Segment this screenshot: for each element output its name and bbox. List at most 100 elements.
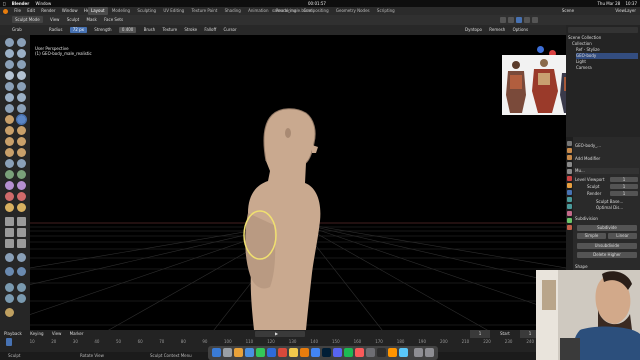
menu-keying[interactable]: Keying	[30, 331, 43, 336]
crease-brush-icon[interactable]	[5, 82, 14, 91]
nudge-brush-icon[interactable]	[5, 148, 14, 157]
discord-icon[interactable]	[333, 348, 342, 357]
rotate-tool-icon[interactable]	[17, 283, 26, 292]
rotate-brush-icon[interactable]	[17, 148, 26, 157]
clay-thumb-brush-icon[interactable]	[5, 60, 14, 69]
thumb-brush-icon[interactable]	[5, 137, 14, 146]
tab-shading[interactable]: Shading	[222, 7, 244, 15]
mesh-filter-icon[interactable]	[17, 239, 26, 248]
subdivide-button[interactable]: Subdivide	[577, 225, 637, 231]
rendered-shading-icon[interactable]	[532, 17, 538, 23]
app-menu[interactable]: Blender	[12, 1, 30, 6]
physics-tab-icon[interactable]	[567, 204, 572, 209]
blob-brush-icon[interactable]	[17, 71, 26, 80]
multires-displacement-smear-icon[interactable]	[17, 192, 26, 201]
modifier-header[interactable]: Mu...	[575, 168, 639, 174]
reference-image[interactable]	[502, 55, 566, 115]
terminal-icon[interactable]	[377, 348, 386, 357]
elastic-deform-brush-icon[interactable]	[5, 126, 14, 135]
blender-dock-icon[interactable]	[300, 348, 309, 357]
simple-button[interactable]: Simple	[577, 233, 606, 239]
radius-field[interactable]: 72 px	[69, 27, 87, 33]
vlc-icon[interactable]	[388, 348, 397, 357]
cloth-brush-icon[interactable]	[5, 170, 14, 179]
render-tab-icon[interactable]	[567, 148, 572, 153]
mode-selector[interactable]: Sculpt Mode	[12, 16, 43, 23]
boundary-brush-icon[interactable]	[17, 159, 26, 168]
layer-brush-icon[interactable]	[17, 60, 26, 69]
solid-shading-icon[interactable]	[516, 17, 522, 23]
draw-sharp-brush-icon[interactable]	[17, 38, 26, 47]
menu-render[interactable]: Render	[41, 8, 55, 13]
brush-name[interactable]: Grab	[12, 27, 22, 32]
playback-controls[interactable]: ▶	[255, 331, 305, 337]
photos-icon[interactable]	[234, 348, 243, 357]
slide-relax-brush-icon[interactable]	[5, 159, 14, 168]
chrome-icon[interactable]	[311, 348, 320, 357]
flatten-brush-icon[interactable]	[5, 93, 14, 102]
play-icon[interactable]: ▶	[275, 332, 278, 336]
delete-higher-button[interactable]: Delete Higher	[577, 252, 637, 258]
window-menu[interactable]: Window	[36, 1, 52, 6]
overlay-icon[interactable]	[500, 17, 506, 23]
annotate-tool-icon[interactable]	[5, 308, 14, 317]
material-tab-icon[interactable]	[567, 225, 572, 230]
material-shading-icon[interactable]	[524, 17, 530, 23]
line-project-icon[interactable]	[5, 239, 14, 248]
downloads-icon[interactable]	[414, 348, 423, 357]
inflate-brush-icon[interactable]	[5, 71, 14, 80]
tab-animation[interactable]: Animation	[245, 7, 271, 15]
options-toggle[interactable]: Options	[513, 27, 528, 32]
box-trim-icon[interactable]	[17, 228, 26, 237]
finder-icon[interactable]	[212, 348, 221, 357]
photoshop-icon[interactable]	[322, 348, 331, 357]
strength-field[interactable]: 0.400	[118, 27, 137, 33]
move-tool-icon[interactable]	[5, 283, 14, 292]
current-frame-field[interactable]: 1	[470, 330, 490, 338]
launchpad-icon[interactable]	[223, 348, 232, 357]
menu-cursor[interactable]: Cursor	[224, 27, 237, 32]
tool-tab-icon[interactable]	[567, 141, 572, 146]
viewlayer-selector[interactable]: ViewLayer	[615, 8, 636, 13]
smear-brush-icon[interactable]	[17, 203, 26, 212]
level-viewport-field[interactable]: 1	[610, 177, 638, 182]
linear-button[interactable]: Linear	[608, 233, 637, 239]
tab-layout[interactable]: Layout	[88, 7, 108, 15]
menu-stroke[interactable]: Stroke	[184, 27, 197, 32]
clay-brush-icon[interactable]	[5, 49, 14, 58]
output-tab-icon[interactable]	[567, 155, 572, 160]
safari-icon[interactable]	[245, 348, 254, 357]
gizmo-z-axis-icon[interactable]	[537, 46, 544, 53]
menu-brush[interactable]: Brush	[144, 27, 156, 32]
music-icon[interactable]	[355, 348, 364, 357]
scene-tab-icon[interactable]	[567, 169, 572, 174]
tab-geometry-nodes[interactable]: Geometry Nodes	[333, 7, 373, 15]
menu-falloff[interactable]: Falloff	[204, 27, 216, 32]
fill-brush-icon[interactable]	[17, 93, 26, 102]
paint-brush-icon[interactable]	[5, 203, 14, 212]
modifier-tab-icon[interactable]	[567, 190, 572, 195]
menu-window[interactable]: Window	[62, 8, 78, 13]
unsubdivide-button[interactable]: Unsubdivide	[577, 243, 637, 249]
dyntopo-toggle[interactable]: Dyntopo	[465, 27, 482, 32]
blender-logo-icon[interactable]	[3, 8, 8, 14]
tab-sculpting[interactable]: Sculpting	[134, 7, 159, 15]
spotify-icon[interactable]	[344, 348, 353, 357]
snake-hook-brush-icon[interactable]	[17, 126, 26, 135]
clay-strips-brush-icon[interactable]	[17, 49, 26, 58]
box-face-set-icon[interactable]	[5, 228, 14, 237]
color-filter-icon[interactable]	[17, 253, 26, 262]
menu-marker[interactable]: Marker	[70, 331, 84, 336]
multires-displacement-eraser-icon[interactable]	[5, 192, 14, 201]
menu-playback[interactable]: Playback	[4, 331, 22, 336]
timeline-ruler[interactable]: 1102030405060708090100110120130140150160…	[0, 339, 566, 345]
settings-icon[interactable]	[366, 348, 375, 357]
pinch-brush-icon[interactable]	[5, 115, 14, 124]
menu-sculpt[interactable]: Sculpt	[67, 17, 80, 22]
simplify-brush-icon[interactable]	[17, 170, 26, 179]
notes-icon[interactable]	[289, 348, 298, 357]
box-mask-icon[interactable]	[5, 217, 14, 226]
cloth-filter-icon[interactable]	[5, 253, 14, 262]
outliner-filter-search[interactable]	[568, 27, 638, 33]
messages-icon[interactable]	[256, 348, 265, 357]
